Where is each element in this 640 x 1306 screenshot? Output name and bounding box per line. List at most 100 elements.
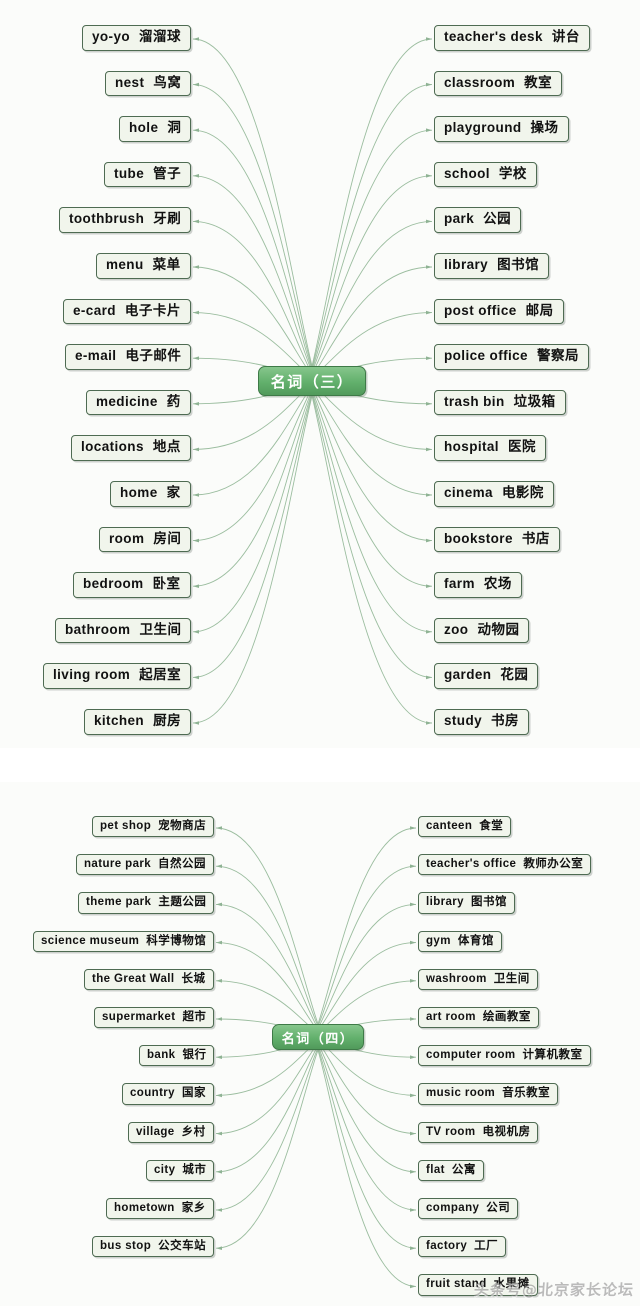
branch-node[interactable]: zoo 动物园: [434, 617, 530, 644]
connector-line: [215, 1049, 319, 1249]
connector-arrow: [193, 82, 199, 87]
branch-node[interactable]: living room 起居室: [43, 663, 192, 689]
branch-cn-label: 鸟窝: [153, 74, 182, 91]
branch-node[interactable]: bathroom 卫生间: [55, 617, 192, 644]
branch-node[interactable]: tube 管子: [104, 161, 192, 188]
branch-node[interactable]: pet shop 宠物商店: [92, 816, 215, 838]
connector-arrow: [426, 356, 432, 361]
branch-en-label: theme park: [86, 896, 152, 909]
branch-node[interactable]: e-card 电子卡片: [63, 298, 191, 325]
connector-arrow: [410, 1284, 416, 1289]
branch-node[interactable]: teacher's office 教师办公室: [418, 854, 592, 876]
branch-node[interactable]: hospital 医院: [434, 435, 546, 461]
connector-arrow: [410, 940, 416, 945]
branch-node[interactable]: library 图书馆: [434, 253, 550, 279]
connector-arrow: [193, 356, 199, 361]
branch-node[interactable]: toothbrush 牙刷: [59, 207, 192, 233]
branch-node[interactable]: school 学校: [434, 161, 537, 188]
branch-cn-label: 花园: [500, 667, 529, 684]
connector-line: [317, 1041, 417, 1135]
branch-cn-label: 图书馆: [497, 257, 540, 273]
branch-node[interactable]: medicine 药: [86, 389, 191, 416]
branch-en-label: company: [426, 1202, 480, 1214]
branch-node[interactable]: canteen 食堂: [418, 816, 512, 838]
branch-node[interactable]: e-mail 电子邮件: [65, 344, 192, 370]
branch-node[interactable]: yo-yo 溜溜球: [82, 25, 192, 51]
branch-en-label: police office: [444, 348, 528, 364]
branch-cn-label: 书房: [491, 713, 520, 729]
connector-arrow: [216, 826, 222, 830]
branch-node[interactable]: flat 公寓: [418, 1159, 484, 1182]
branch-en-label: trash bin: [444, 393, 505, 409]
center-node-nouns-3[interactable]: 名词（三）: [258, 366, 366, 396]
branch-node[interactable]: nature park 自然公园: [76, 854, 215, 876]
branch-node[interactable]: police office 警察局: [434, 344, 589, 370]
branch-node[interactable]: washroom 卫生间: [418, 968, 538, 991]
branch-node[interactable]: classroom 教室: [434, 70, 563, 97]
branch-node[interactable]: country 国家: [122, 1083, 214, 1105]
branch-node[interactable]: computer room 计算机教室: [418, 1045, 591, 1067]
branch-node[interactable]: city 城市: [146, 1159, 215, 1182]
connector-arrow: [410, 1131, 416, 1136]
connector-arrow: [426, 37, 432, 41]
branch-node[interactable]: music room 音乐教室: [418, 1083, 559, 1105]
branch-node[interactable]: library 图书馆: [418, 892, 515, 914]
branch-node[interactable]: garden 花园: [434, 663, 539, 689]
branch-node[interactable]: the Great Wall 长城: [84, 968, 214, 991]
branch-node[interactable]: study 书房: [434, 709, 530, 735]
connector-line: [192, 129, 313, 371]
branch-node[interactable]: factory 工厂: [418, 1236, 507, 1258]
branch-node[interactable]: farm 农场: [434, 572, 522, 598]
connector-arrow: [216, 1017, 222, 1021]
branch-node[interactable]: bookstore 书店: [434, 526, 560, 553]
branch-node[interactable]: hole 洞: [119, 116, 192, 142]
branch-node[interactable]: theme park 主题公园: [78, 892, 215, 914]
branch-en-label: school: [444, 165, 490, 181]
branch-en-label: canteen: [426, 820, 473, 832]
branch-node[interactable]: nest 鸟窝: [105, 70, 192, 97]
branch-node[interactable]: bank 银行: [139, 1045, 215, 1067]
branch-node[interactable]: art room 绘画教室: [418, 1007, 539, 1029]
branch-cn-label: 警察局: [536, 348, 579, 365]
branch-node[interactable]: bedroom 卧室: [73, 572, 191, 598]
branch-en-label: medicine: [96, 393, 158, 409]
center-node-nouns-4[interactable]: 名词（四）: [272, 1024, 364, 1050]
branch-node[interactable]: room 房间: [99, 526, 192, 553]
branch-node[interactable]: playground 操场: [434, 116, 569, 142]
branch-cn-label: 卧室: [152, 576, 181, 593]
connector-line: [215, 1047, 319, 1211]
connector-line: [192, 389, 313, 587]
connector-arrow: [216, 1093, 222, 1098]
connector-arrow: [410, 1055, 416, 1059]
branch-node[interactable]: menu 菜单: [96, 253, 191, 279]
connector-arrow: [426, 128, 432, 132]
mindmap-nouns-3: 名词（三） yo-yo 溜溜球 nest 鸟窝 hole 洞 tube 管子 toothbrus…: [0, 0, 640, 748]
branch-en-label: library: [444, 257, 489, 272]
branch-node[interactable]: teacher's desk 讲台: [434, 25, 590, 51]
branch-cn-label: 起居室: [139, 667, 182, 684]
branch-cn-label: 学校: [498, 165, 527, 182]
connector-arrow: [193, 310, 199, 315]
branch-node[interactable]: locations 地点: [71, 435, 191, 461]
branch-node[interactable]: TV room 电视机房: [418, 1121, 539, 1143]
branch-node[interactable]: trash bin 垃圾箱: [434, 389, 566, 416]
branch-node[interactable]: home 家: [110, 481, 191, 507]
branch-node[interactable]: supermarket 超市: [94, 1007, 215, 1029]
connector-line: [311, 129, 433, 371]
branch-node[interactable]: post office 邮局: [434, 298, 564, 325]
branch-node[interactable]: park 公园: [434, 207, 522, 233]
branch-en-label: hospital: [444, 439, 499, 455]
branch-node[interactable]: kitchen 厨房: [84, 709, 192, 735]
branch-node[interactable]: science museum 科学博物馆: [33, 930, 215, 952]
branch-cn-label: 食堂: [479, 818, 504, 832]
branch-node[interactable]: company 公司: [418, 1198, 519, 1220]
branch-cn-label: 长城: [181, 970, 206, 985]
branch-en-label: toothbrush: [69, 211, 145, 227]
branch-node[interactable]: gym 体育馆: [418, 930, 502, 952]
branch-node[interactable]: village 乡村: [128, 1121, 214, 1143]
branch-node[interactable]: cinema 电影院: [434, 481, 554, 507]
branch-en-label: bank: [147, 1049, 176, 1062]
branch-node[interactable]: bus stop 公交车站: [92, 1236, 215, 1258]
center-node-label: 名词（四）: [281, 1031, 355, 1047]
branch-node[interactable]: hometown 家乡: [106, 1198, 214, 1220]
